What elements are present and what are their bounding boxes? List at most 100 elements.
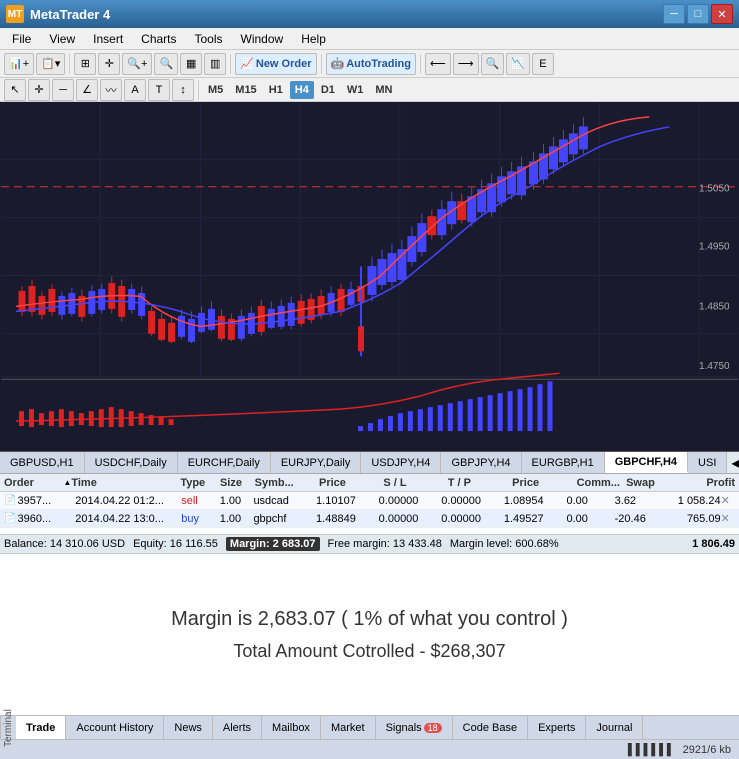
row1-sl: 0.00000 — [379, 495, 442, 507]
menu-bar: File View Insert Charts Tools Window Hel… — [0, 28, 739, 50]
equity-value: Equity: 16 116.55 — [133, 538, 218, 550]
separator3 — [321, 54, 322, 74]
term-tab-alerts[interactable]: Alerts — [213, 716, 262, 739]
menu-charts[interactable]: Charts — [133, 30, 184, 48]
separator5 — [198, 80, 199, 100]
tab-usdchf[interactable]: USDCHF,Daily — [85, 452, 178, 473]
row2-close[interactable]: ✕ — [721, 512, 735, 525]
term-tab-codebase[interactable]: Code Base — [453, 716, 528, 739]
margin-value: Margin: 2 683.07 — [226, 537, 320, 551]
text-button[interactable]: A — [124, 79, 146, 101]
tf-d1[interactable]: D1 — [316, 81, 340, 99]
crosshair-button[interactable]: ✛ — [28, 79, 50, 101]
menu-help[interactable]: Help — [293, 30, 334, 48]
toolbar-bars[interactable]: ▦ — [180, 53, 202, 75]
toolbar-chart-end[interactable]: ⟶ — [453, 53, 479, 75]
balance-value: Balance: 14 310.06 USD — [4, 538, 125, 550]
tab-usdjpy[interactable]: USDJPY,H4 — [361, 452, 441, 473]
chart-svg: 1.5050 1.4950 1.4850 1.4750 — [0, 102, 739, 451]
toolbar-expert[interactable]: E — [532, 53, 554, 75]
toolbar-candles[interactable]: ▥ — [204, 53, 226, 75]
window-controls: ─ □ ✕ — [663, 4, 733, 24]
toolbar-zoom-in[interactable]: 🔍+ — [122, 53, 152, 75]
row1-price2: 1.08954 — [504, 495, 567, 507]
separator — [69, 54, 70, 74]
terminal-label: Terminal — [0, 716, 16, 740]
equity-display: Equity: 16 116.55 — [133, 538, 218, 550]
arrow-button[interactable]: ↕ — [172, 79, 194, 101]
toolbar-new-chart[interactable]: 📊+ — [4, 53, 34, 75]
term-tab-signals[interactable]: Signals 18 — [376, 716, 453, 739]
tab-gbpusd[interactable]: GBPUSD,H1 — [0, 452, 85, 473]
toolbar-crosshair[interactable]: ✛ — [98, 53, 120, 75]
toolbar-zoom-chart[interactable]: 🔍 — [481, 53, 505, 75]
tab-eurjpy[interactable]: EURJPY,Daily — [271, 452, 362, 473]
disk-info: 2921/6 kb — [683, 744, 731, 756]
tf-h4[interactable]: H4 — [290, 81, 314, 99]
status-bar: ▌▌▌▌▌▌ 2921/6 kb — [0, 739, 739, 759]
row2-order: 3960... — [17, 513, 75, 525]
margin-level-value: Margin level: 600.68% — [450, 538, 559, 550]
free-margin-value: Free margin: 13 433.48 — [328, 538, 442, 550]
minimize-button[interactable]: ─ — [663, 4, 685, 24]
col-size: Size — [220, 477, 255, 489]
menu-file[interactable]: File — [4, 30, 39, 48]
row1-symbol: usdcad — [253, 495, 316, 507]
col-type: Type — [180, 477, 220, 489]
menu-window[interactable]: Window — [233, 30, 292, 48]
term-tab-news[interactable]: News — [164, 716, 213, 739]
angle-button[interactable]: ∠ — [76, 79, 98, 101]
row1-swap: 3.62 — [615, 495, 658, 507]
tf-w1[interactable]: W1 — [342, 81, 369, 99]
wave-button[interactable]: 〰 — [100, 79, 122, 101]
svg-text:1.4750: 1.4750 — [699, 361, 730, 372]
toolbar-indicators[interactable]: 📉 — [506, 53, 530, 75]
tab-gbpchf[interactable]: GBPCHF,H4 — [605, 452, 688, 473]
label-button[interactable]: T — [148, 79, 170, 101]
toolbar-chart-scroll[interactable]: ⟵ — [425, 53, 451, 75]
tab-eurgbp[interactable]: EURGBP,H1 — [522, 452, 605, 473]
row1-order: 3957... — [17, 495, 75, 507]
tab-eurchf[interactable]: EURCHF,Daily — [178, 452, 271, 473]
app-logo: MT — [6, 5, 24, 23]
col-order: Order — [4, 477, 63, 489]
tab-scroll-left[interactable]: ◀ — [727, 456, 739, 470]
maximize-button[interactable]: □ — [687, 4, 709, 24]
order-row-1[interactable]: 📄 3957... 2014.04.22 01:2... sell 1.00 u… — [0, 492, 739, 510]
term-tab-journal[interactable]: Journal — [586, 716, 643, 739]
tf-m15[interactable]: M15 — [230, 81, 261, 99]
row1-close[interactable]: ✕ — [721, 494, 735, 507]
chart-tabs: GBPUSD,H1 USDCHF,Daily EURCHF,Daily EURJ… — [0, 452, 739, 474]
cursor-button[interactable]: ↖ — [4, 79, 26, 101]
col-symbol: Symb... — [255, 477, 319, 489]
orders-header: Order ▲ Time Type Size Symb... Price S /… — [0, 474, 739, 492]
tab-usi[interactable]: USI — [688, 452, 727, 473]
menu-view[interactable]: View — [41, 30, 83, 48]
term-tab-experts[interactable]: Experts — [528, 716, 586, 739]
term-tab-trade[interactable]: Trade — [16, 716, 66, 739]
tf-h1[interactable]: H1 — [264, 81, 288, 99]
menu-insert[interactable]: Insert — [85, 30, 131, 48]
term-tab-market[interactable]: Market — [321, 716, 376, 739]
menu-tools[interactable]: Tools — [187, 30, 231, 48]
new-order-button[interactable]: 📈 New Order — [235, 53, 316, 75]
toolbar-templates[interactable]: 📋▾ — [36, 53, 65, 75]
close-button[interactable]: ✕ — [711, 4, 733, 24]
toolbar-zoom-out[interactable]: 🔍 — [154, 53, 178, 75]
col-tp: T / P — [448, 477, 512, 489]
toolbar-profiles[interactable]: ⊞ — [74, 53, 96, 75]
total-profit: 1 806.49 — [692, 538, 735, 550]
order-row-2[interactable]: 📄 3960... 2014.04.22 13:0... buy 1.00 gb… — [0, 510, 739, 528]
title-bar: MT MetaTrader 4 ─ □ ✕ — [0, 0, 739, 28]
row1-size: 1.00 — [220, 495, 254, 507]
tf-m5[interactable]: M5 — [203, 81, 228, 99]
term-tab-mailbox[interactable]: Mailbox — [262, 716, 321, 739]
row2-time: 2014.04.22 13:0... — [75, 513, 181, 525]
line-button[interactable]: ─ — [52, 79, 74, 101]
tab-gbpjpy[interactable]: GBPJPY,H4 — [441, 452, 521, 473]
autotrading-button[interactable]: 🤖 AutoTrading — [326, 53, 416, 75]
chart-area[interactable]: 1.5050 1.4950 1.4850 1.4750 — [0, 102, 739, 452]
row1-comm: 0.00 — [566, 495, 614, 507]
tf-mn[interactable]: MN — [370, 81, 397, 99]
term-tab-account-history[interactable]: Account History — [66, 716, 164, 739]
